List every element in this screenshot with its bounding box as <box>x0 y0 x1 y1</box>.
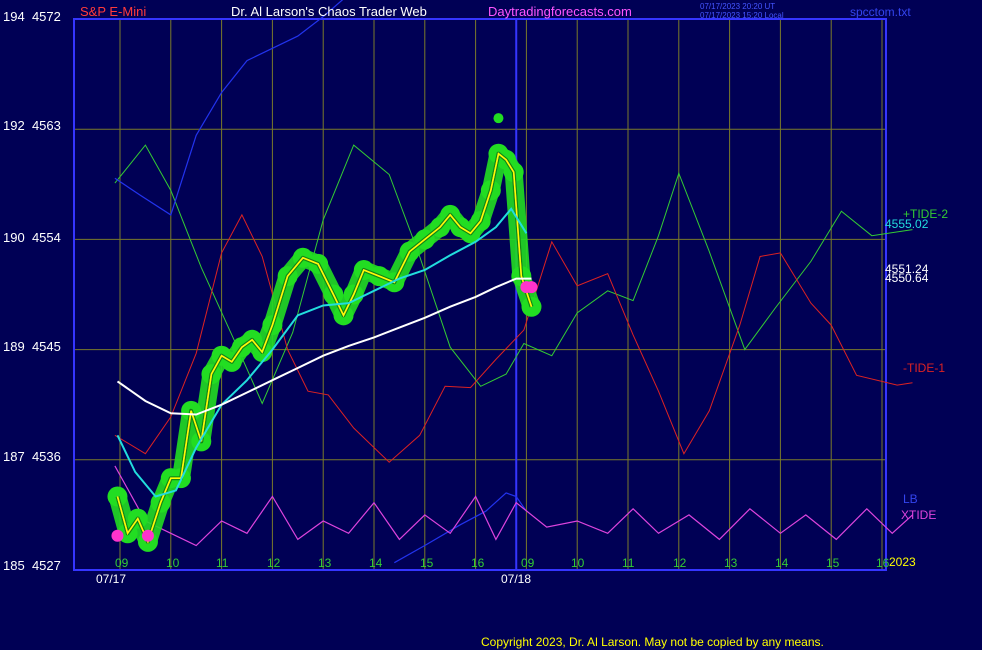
year-label: 2023 <box>889 555 916 569</box>
chaos-trader-chart <box>73 0 913 571</box>
hour-tick-label: 10 <box>166 556 180 570</box>
hour-tick-label: 12 <box>267 556 281 570</box>
y-label-187: 187 4536 <box>3 449 61 464</box>
hour-tick-label: 11 <box>622 556 635 570</box>
tide2-value: 4555.02 <box>885 217 929 231</box>
copyright-notice: Copyright 2023, Dr. Al Larson. May not b… <box>481 635 824 649</box>
lb-line-segment <box>394 492 527 564</box>
hour-tick-label: 15 <box>826 556 840 570</box>
hour-tick-label: 13 <box>724 556 738 570</box>
date-label-start: 07/17 <box>96 572 127 586</box>
xtide-line <box>114 465 913 547</box>
xtide-label: XTIDE <box>901 508 937 522</box>
date-label-next: 07/18 <box>501 572 532 586</box>
site-link[interactable]: Daytradingforecasts.com <box>488 5 632 19</box>
close-value-2: 4550.64 <box>885 271 929 285</box>
lb-label: LB <box>903 492 918 506</box>
y-label-189: 189 4545 <box>3 339 61 354</box>
hour-tick-label: 15 <box>420 556 434 570</box>
price-band-bubble <box>521 296 542 317</box>
tide1-label: -TIDE-1 <box>903 361 945 375</box>
author-title: Dr. Al Larson's Chaos Trader Web <box>231 4 427 19</box>
lb-line <box>114 0 344 216</box>
pivot-marker <box>525 281 538 294</box>
hour-tick-label: 09 <box>521 556 535 570</box>
hour-tick-label: 11 <box>216 556 229 570</box>
pivot-marker <box>111 529 124 542</box>
y-label-192: 192 4563 <box>3 118 61 133</box>
pivot-marker <box>141 529 154 542</box>
hour-tick-label: 14 <box>369 556 383 570</box>
y-label-190: 190 4554 <box>3 230 61 245</box>
hour-tick-label: 12 <box>673 556 687 570</box>
hour-tick-label: 13 <box>318 556 332 570</box>
hour-tick-label: 10 <box>571 556 585 570</box>
hour-tick-label: 16 <box>471 556 485 570</box>
symbol-label: S&P E-Mini <box>80 4 147 19</box>
hour-tick-label: 09 <box>115 556 129 570</box>
y-label-185: 185 4527 <box>3 558 61 573</box>
peak-marker <box>493 113 504 124</box>
filename-label: spcctom.txt <box>850 5 911 19</box>
y-label-194: 194 4572 <box>3 9 61 24</box>
hour-tick-label: 14 <box>775 556 789 570</box>
hour-tick-label: 16 <box>876 556 890 570</box>
timestamp-local: 07/17/2023 15:20 Local <box>700 11 784 20</box>
timestamp-ut: 07/17/2023 20:20 UT <box>700 2 776 11</box>
